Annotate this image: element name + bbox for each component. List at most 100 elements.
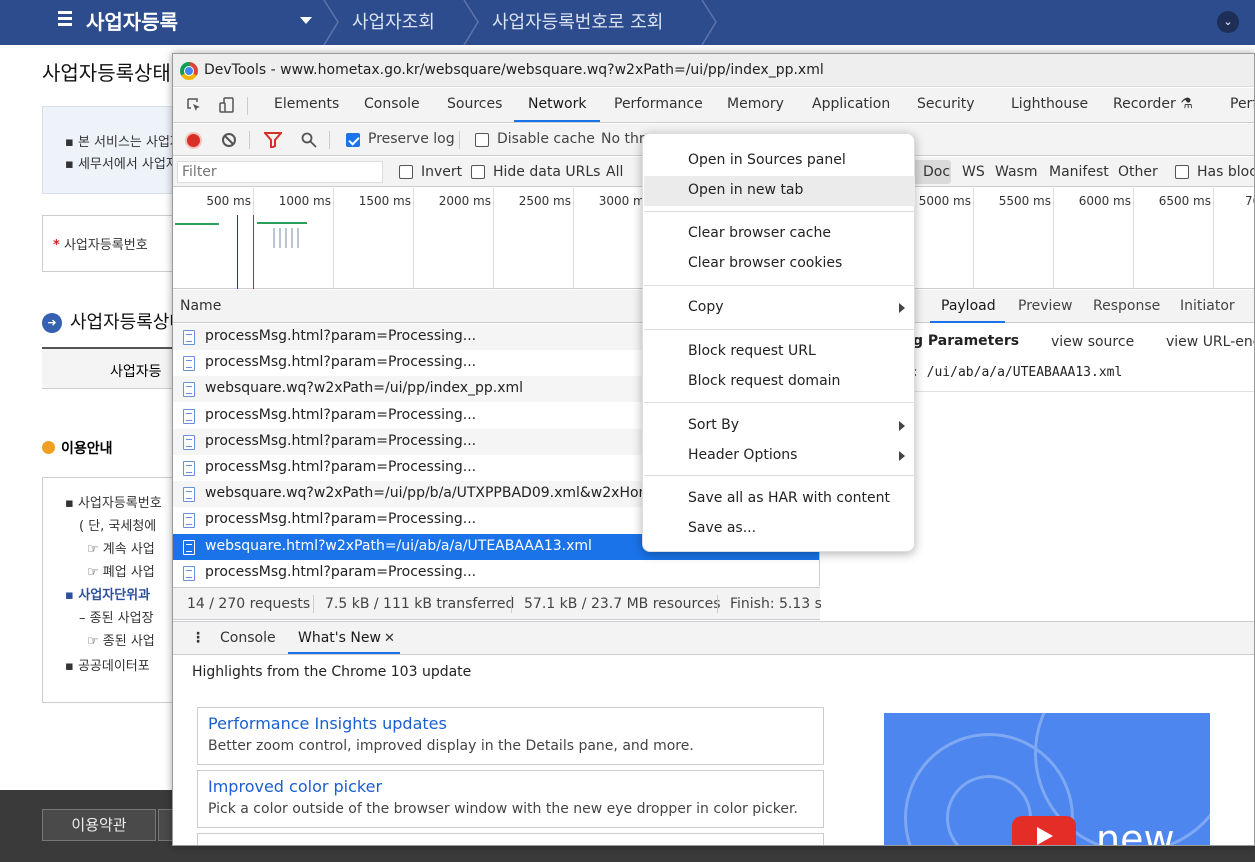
tab-preview[interactable]: Preview bbox=[1018, 298, 1073, 314]
table-header: 사업자등 bbox=[42, 347, 182, 389]
menu-item-block-domain[interactable]: Block request domain bbox=[644, 367, 915, 397]
menu-item-open-in-sources[interactable]: Open in Sources panel bbox=[644, 146, 915, 176]
divider bbox=[459, 131, 460, 149]
menu-item-block-url[interactable]: Block request URL bbox=[644, 337, 915, 367]
table-row[interactable]: processMsg.html?param=Processing... bbox=[173, 560, 819, 586]
load-event-line bbox=[253, 215, 254, 289]
tab-performance[interactable]: Performance bbox=[614, 96, 703, 112]
breadcrumb-separator bbox=[701, 0, 717, 45]
query-params-heading[interactable]: g Parameters bbox=[913, 333, 1019, 349]
document-icon bbox=[183, 382, 195, 398]
menu-separator bbox=[644, 475, 915, 476]
submenu-arrow-icon bbox=[899, 421, 905, 431]
play-icon[interactable] bbox=[1012, 816, 1076, 845]
tab-application[interactable]: Application bbox=[812, 96, 890, 112]
section-title: ➜ 사업자등록상태 bbox=[42, 308, 186, 334]
page-title: 사업자등록상태 bbox=[42, 61, 171, 85]
breadcrumb-item[interactable]: 사업자조회 bbox=[352, 8, 435, 34]
view-source-link[interactable]: view source bbox=[1051, 334, 1134, 350]
breadcrumb-separator bbox=[463, 0, 479, 45]
tab-network[interactable]: Network bbox=[528, 96, 586, 112]
close-icon[interactable]: ✕ bbox=[384, 631, 395, 646]
waterfall-bars bbox=[273, 228, 303, 248]
reg-number-box: * 사업자등록번호 bbox=[42, 215, 182, 272]
view-url-encoded-link[interactable]: view URL-enc bbox=[1166, 334, 1254, 350]
menu-item-copy[interactable]: Copy bbox=[644, 293, 915, 323]
record-icon[interactable] bbox=[185, 132, 202, 149]
terms-button[interactable]: 이용약관 bbox=[42, 809, 156, 841]
request-name: websquare.html?w2xPath=/ui/ab/a/a/UTEABA… bbox=[205, 537, 592, 554]
chevron-down-icon[interactable]: ⌄ bbox=[1217, 11, 1239, 33]
clear-icon[interactable] bbox=[221, 132, 237, 148]
timeline-tick: 6500 ms bbox=[1159, 188, 1214, 289]
type-filter-doc[interactable]: Doc bbox=[923, 164, 950, 180]
menu-item-clear-cache[interactable]: Clear browser cache bbox=[644, 219, 915, 249]
chrome-logo-icon bbox=[180, 62, 198, 80]
divider bbox=[329, 131, 330, 149]
menu-item-save-as[interactable]: Save as... bbox=[644, 514, 915, 544]
guide-line: ☞ 계속 사업 bbox=[87, 542, 155, 557]
tab-memory[interactable]: Memory bbox=[727, 96, 784, 112]
type-filter-ws[interactable]: WS bbox=[962, 164, 985, 180]
request-name: processMsg.html?param=Processing... bbox=[205, 354, 477, 371]
menu-separator bbox=[644, 285, 915, 286]
tab-security[interactable]: Security bbox=[917, 96, 975, 112]
guide-line: ☞ 종된 사업 bbox=[87, 634, 155, 649]
request-name: processMsg.html?param=Processing... bbox=[205, 432, 477, 449]
menu-item-sort-by[interactable]: Sort By bbox=[644, 411, 915, 441]
request-name: processMsg.html?param=Processing... bbox=[205, 406, 477, 423]
tab-initiator[interactable]: Initiator bbox=[1180, 298, 1235, 314]
chevron-down-icon[interactable] bbox=[300, 17, 312, 24]
drawer-tabbar: ⋮ Console What's New ✕ bbox=[173, 621, 1254, 655]
throttling-select[interactable]: No thr bbox=[601, 131, 645, 147]
preserve-log-checkbox[interactable] bbox=[346, 133, 360, 147]
tab-response[interactable]: Response bbox=[1093, 298, 1160, 314]
menu-item-save-har[interactable]: Save all as HAR with content bbox=[644, 484, 915, 514]
inspect-icon[interactable] bbox=[186, 97, 202, 113]
device-toggle-icon[interactable] bbox=[219, 97, 235, 113]
type-filter-manifest[interactable]: Manifest bbox=[1049, 164, 1109, 180]
invert-checkbox[interactable] bbox=[399, 165, 413, 179]
submenu-arrow-icon bbox=[899, 451, 905, 461]
type-filter-other[interactable]: Other bbox=[1118, 164, 1158, 180]
feature-title[interactable]: Performance Insights updates bbox=[208, 714, 447, 733]
hide-data-urls-label: Hide data URLs bbox=[493, 164, 601, 180]
network-statusbar: 14 / 270 requests 7.5 kB / 111 kB transf… bbox=[173, 587, 822, 620]
disable-cache-checkbox[interactable] bbox=[475, 133, 489, 147]
feature-card[interactable] bbox=[197, 833, 824, 845]
has-blocked-checkbox[interactable] bbox=[1175, 165, 1189, 179]
hamburger-icon bbox=[58, 8, 72, 29]
tab-elements[interactable]: Elements bbox=[274, 96, 339, 112]
tab-payload[interactable]: Payload bbox=[941, 298, 996, 314]
tab-performance-insights[interactable]: Perf bbox=[1230, 96, 1254, 112]
feature-title[interactable]: Improved color picker bbox=[208, 777, 382, 796]
feature-card[interactable]: Performance Insights updates Better zoom… bbox=[197, 707, 824, 765]
menu-separator bbox=[644, 402, 915, 403]
type-filter-all[interactable]: All bbox=[606, 164, 623, 180]
chrome-update-video-thumbnail[interactable]: new bbox=[884, 713, 1210, 845]
breadcrumb-item[interactable]: 사업자등록번호로 조회 bbox=[492, 8, 663, 34]
notice-line: ▪ 세무서에서 사업자 bbox=[65, 157, 178, 172]
request-name: processMsg.html?param=Processing... bbox=[205, 328, 477, 344]
tab-console[interactable]: Console bbox=[364, 96, 420, 112]
drawer-tab-console[interactable]: Console bbox=[220, 630, 276, 646]
more-icon[interactable]: ⋮ bbox=[191, 630, 205, 646]
tab-sources[interactable]: Sources bbox=[447, 96, 502, 112]
document-icon bbox=[183, 356, 195, 372]
drawer-tab-whats-new[interactable]: What's New bbox=[298, 630, 381, 646]
feature-card[interactable]: Improved color picker Pick a color outsi… bbox=[197, 770, 824, 828]
hide-data-urls-checkbox[interactable] bbox=[471, 165, 485, 179]
menu-item-clear-cookies[interactable]: Clear browser cookies bbox=[644, 249, 915, 279]
reg-label: 사업자등록번호 bbox=[63, 238, 148, 253]
menu-item-open-in-new-tab[interactable]: Open in new tab bbox=[644, 176, 915, 206]
type-filter-wasm[interactable]: Wasm bbox=[995, 164, 1037, 180]
tab-lighthouse[interactable]: Lighthouse bbox=[1011, 96, 1088, 112]
search-icon[interactable] bbox=[301, 132, 317, 148]
request-name: processMsg.html?param=Processing... bbox=[205, 459, 477, 475]
waterfall-bar bbox=[257, 222, 307, 224]
filter-input[interactable] bbox=[177, 161, 383, 183]
tab-recorder[interactable]: Recorder ⚗ bbox=[1113, 96, 1193, 112]
filter-icon[interactable] bbox=[264, 132, 282, 148]
menu-item-header-options[interactable]: Header Options bbox=[644, 441, 915, 471]
main-menu[interactable]: 사업자등록 bbox=[58, 6, 178, 35]
